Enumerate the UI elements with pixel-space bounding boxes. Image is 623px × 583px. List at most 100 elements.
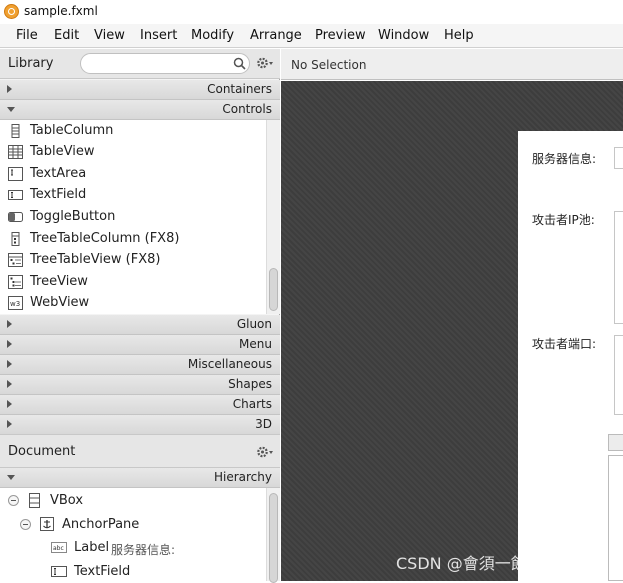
library-item-togglebutton[interactable]: ToggleButton bbox=[0, 207, 266, 228]
library-item-label: TextArea bbox=[30, 166, 87, 181]
tree-node-label-node[interactable]: abc Label 服务器信息: bbox=[0, 537, 266, 559]
hierarchy-tree: VBox AnchorPane abc Label 服务器信息: TextFie… bbox=[0, 488, 266, 581]
label-icon: abc bbox=[51, 542, 67, 553]
form-button[interactable] bbox=[608, 434, 623, 451]
library-search-input[interactable] bbox=[80, 53, 250, 74]
library-item-label: WebView bbox=[30, 295, 90, 310]
collapse-icon[interactable] bbox=[20, 519, 31, 530]
hierarchy-scrollbar[interactable] bbox=[266, 488, 280, 583]
library-item-label: ToggleButton bbox=[30, 209, 116, 224]
category-controls[interactable]: Controls bbox=[0, 100, 280, 120]
attacker-port-textarea[interactable] bbox=[614, 335, 623, 415]
menu-bar: File Edit View Insert Modify Arrange Pre… bbox=[0, 24, 623, 48]
vbox-icon bbox=[29, 493, 40, 508]
svg-text:abc: abc bbox=[53, 545, 64, 552]
library-item-tablecolumn[interactable]: TableColumn bbox=[0, 121, 266, 142]
category-label: Menu bbox=[239, 337, 272, 351]
server-info-field[interactable] bbox=[614, 147, 623, 169]
attacker-ip-pool-textarea[interactable] bbox=[614, 211, 623, 324]
controls-list: TableColumn TableView TextArea TextField… bbox=[0, 120, 266, 314]
category-hierarchy[interactable]: Hierarchy bbox=[0, 468, 280, 488]
scene-builder-app-icon bbox=[4, 4, 19, 19]
library-scroll-thumb[interactable] bbox=[269, 268, 278, 311]
collapsed-arrow-icon bbox=[7, 380, 12, 388]
category-gluon[interactable]: Gluon bbox=[0, 315, 280, 335]
tree-node-anchorpane[interactable]: AnchorPane bbox=[0, 514, 266, 536]
tree-node-label: AnchorPane bbox=[62, 517, 140, 532]
category-menu[interactable]: Menu bbox=[0, 335, 280, 355]
library-item-tableview[interactable]: TableView bbox=[0, 142, 266, 163]
attacker-ip-pool-label: 攻击者IP池: bbox=[532, 213, 595, 227]
menu-arrange[interactable]: Arrange bbox=[250, 28, 302, 43]
library-gear-icon[interactable] bbox=[256, 56, 274, 70]
tree-node-vbox[interactable]: VBox bbox=[0, 490, 266, 512]
menu-insert[interactable]: Insert bbox=[140, 28, 177, 43]
category-label: Gluon bbox=[236, 317, 272, 331]
tree-node-textfield[interactable]: TextField bbox=[0, 561, 266, 583]
tree-node-label: TextField bbox=[74, 564, 131, 579]
category-label: Controls bbox=[222, 102, 272, 116]
menu-view[interactable]: View bbox=[94, 28, 125, 43]
library-scrollbar[interactable] bbox=[266, 120, 280, 314]
category-containers[interactable]: Containers bbox=[0, 80, 280, 100]
web-view-icon: w3 bbox=[8, 296, 23, 310]
library-header: Library bbox=[0, 49, 280, 79]
attacker-port-label: 攻击者端口: bbox=[532, 337, 597, 351]
collapse-icon[interactable] bbox=[8, 495, 19, 506]
library-item-label: TableView bbox=[30, 144, 95, 159]
collapsed-arrow-icon bbox=[7, 360, 12, 368]
title-bar: sample.fxml bbox=[0, 0, 623, 23]
form-output-textarea[interactable] bbox=[608, 455, 623, 581]
anchor-pane-icon bbox=[40, 517, 54, 531]
expanded-arrow-icon bbox=[7, 475, 15, 480]
tree-view-icon bbox=[8, 275, 23, 289]
category-label: Containers bbox=[207, 82, 272, 96]
menu-window[interactable]: Window bbox=[378, 28, 429, 43]
selection-bar: No Selection bbox=[281, 49, 623, 80]
csdn-watermark: CSDN @會須一飲三百杯 bbox=[396, 554, 575, 573]
collapsed-arrow-icon bbox=[7, 340, 12, 348]
text-area-icon bbox=[8, 167, 23, 181]
category-shapes[interactable]: Shapes bbox=[0, 375, 280, 395]
library-item-treetableview[interactable]: TreeTableView (FX8) bbox=[0, 250, 266, 271]
search-icon bbox=[233, 57, 246, 70]
collapsed-arrow-icon bbox=[7, 400, 12, 408]
menu-help[interactable]: Help bbox=[444, 28, 474, 43]
document-header: Document bbox=[0, 434, 280, 468]
tree-table-view-icon bbox=[8, 253, 23, 267]
library-item-textarea[interactable]: TextArea bbox=[0, 164, 266, 185]
text-field-icon bbox=[51, 566, 67, 577]
library-item-label: TreeTableColumn (FX8) bbox=[30, 231, 180, 246]
server-info-label: 服务器信息: bbox=[532, 152, 597, 166]
library-item-label: TreeView bbox=[30, 274, 88, 289]
library-title: Library bbox=[8, 56, 54, 71]
hierarchy-scroll-thumb[interactable] bbox=[269, 493, 278, 583]
category-3d[interactable]: 3D bbox=[0, 415, 280, 435]
library-item-treetablecolumn[interactable]: TreeTableColumn (FX8) bbox=[0, 229, 266, 250]
menu-file[interactable]: File bbox=[16, 28, 38, 43]
collapsed-arrow-icon bbox=[7, 320, 12, 328]
tree-table-column-icon bbox=[11, 232, 20, 246]
library-item-label: TextField bbox=[30, 187, 87, 202]
expanded-arrow-icon bbox=[7, 107, 15, 112]
tree-node-label: Label bbox=[74, 540, 110, 555]
menu-preview[interactable]: Preview bbox=[315, 28, 366, 43]
category-label: Shapes bbox=[228, 377, 272, 391]
library-item-webview[interactable]: w3 WebView bbox=[0, 293, 266, 314]
category-miscellaneous[interactable]: Miscellaneous bbox=[0, 355, 280, 375]
menu-edit[interactable]: Edit bbox=[54, 28, 79, 43]
left-panel: Library Containers Controls TableColumn … bbox=[0, 49, 280, 583]
collapsed-arrow-icon bbox=[7, 420, 12, 428]
menu-modify[interactable]: Modify bbox=[191, 28, 234, 43]
text-field-icon bbox=[8, 190, 23, 200]
document-gear-icon[interactable] bbox=[256, 445, 274, 459]
svg-text:w3: w3 bbox=[10, 300, 20, 308]
category-label: Hierarchy bbox=[213, 470, 272, 484]
category-label: 3D bbox=[255, 417, 272, 431]
category-charts[interactable]: Charts bbox=[0, 395, 280, 415]
library-item-treeview[interactable]: TreeView bbox=[0, 272, 266, 293]
window-title: sample.fxml bbox=[24, 4, 98, 18]
selection-status: No Selection bbox=[291, 58, 367, 72]
document-title: Document bbox=[8, 444, 76, 459]
library-item-textfield[interactable]: TextField bbox=[0, 185, 266, 206]
